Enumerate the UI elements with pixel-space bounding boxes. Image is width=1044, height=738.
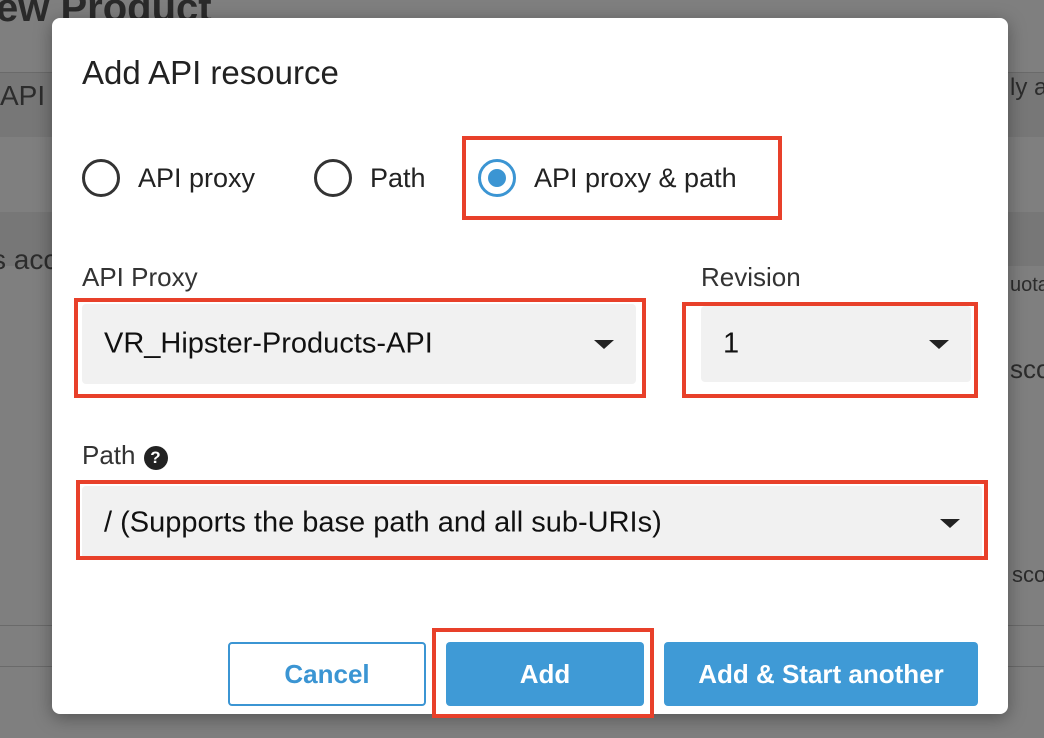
caret-down-icon bbox=[929, 340, 949, 349]
radio-button[interactable] bbox=[314, 159, 352, 197]
add-button[interactable]: Add bbox=[446, 642, 644, 706]
add-api-resource-dialog: Add API resource API proxy Path API prox… bbox=[52, 18, 1008, 718]
radio-api-proxy[interactable]: API proxy bbox=[82, 158, 255, 198]
caret-down-icon bbox=[594, 340, 614, 349]
question-circle-icon[interactable]: ? bbox=[143, 446, 168, 470]
revision-select[interactable]: 1 bbox=[701, 306, 971, 382]
caret-down-icon bbox=[940, 519, 960, 528]
radio-button-selected[interactable] bbox=[478, 159, 516, 197]
path-label-row: Path? bbox=[82, 440, 168, 471]
background-text: s acc bbox=[0, 244, 58, 275]
api-proxy-select[interactable]: VR_Hipster-Products-API bbox=[82, 304, 636, 384]
dialog-title: Add API resource bbox=[82, 54, 339, 91]
cancel-button[interactable]: Cancel bbox=[228, 642, 426, 706]
radio-label: API proxy & path bbox=[534, 162, 737, 193]
api-proxy-value: VR_Hipster-Products-API bbox=[104, 327, 433, 360]
radio-label: API proxy bbox=[138, 162, 256, 193]
path-select[interactable]: / (Supports the base path and all sub-UR… bbox=[82, 486, 982, 560]
background-text: sco bbox=[1010, 354, 1044, 384]
path-label: Path bbox=[82, 440, 136, 470]
background-text: sco bbox=[1012, 562, 1044, 587]
radio-api-proxy-and-path[interactable]: API proxy & path bbox=[478, 158, 737, 198]
add-and-start-another-button[interactable]: Add & Start another bbox=[664, 642, 978, 706]
radio-button[interactable] bbox=[82, 159, 120, 197]
background-text: uota bbox=[1010, 274, 1044, 296]
revision-value: 1 bbox=[723, 327, 740, 360]
radio-label: Path bbox=[370, 162, 426, 193]
radio-path[interactable]: Path bbox=[314, 158, 426, 198]
path-value: / (Supports the base path and all sub-UR… bbox=[104, 506, 662, 539]
background-text: ly a bbox=[1010, 74, 1044, 101]
api-proxy-label: API Proxy bbox=[82, 262, 198, 292]
background-text: API bbox=[0, 80, 46, 111]
revision-label: Revision bbox=[701, 262, 801, 292]
